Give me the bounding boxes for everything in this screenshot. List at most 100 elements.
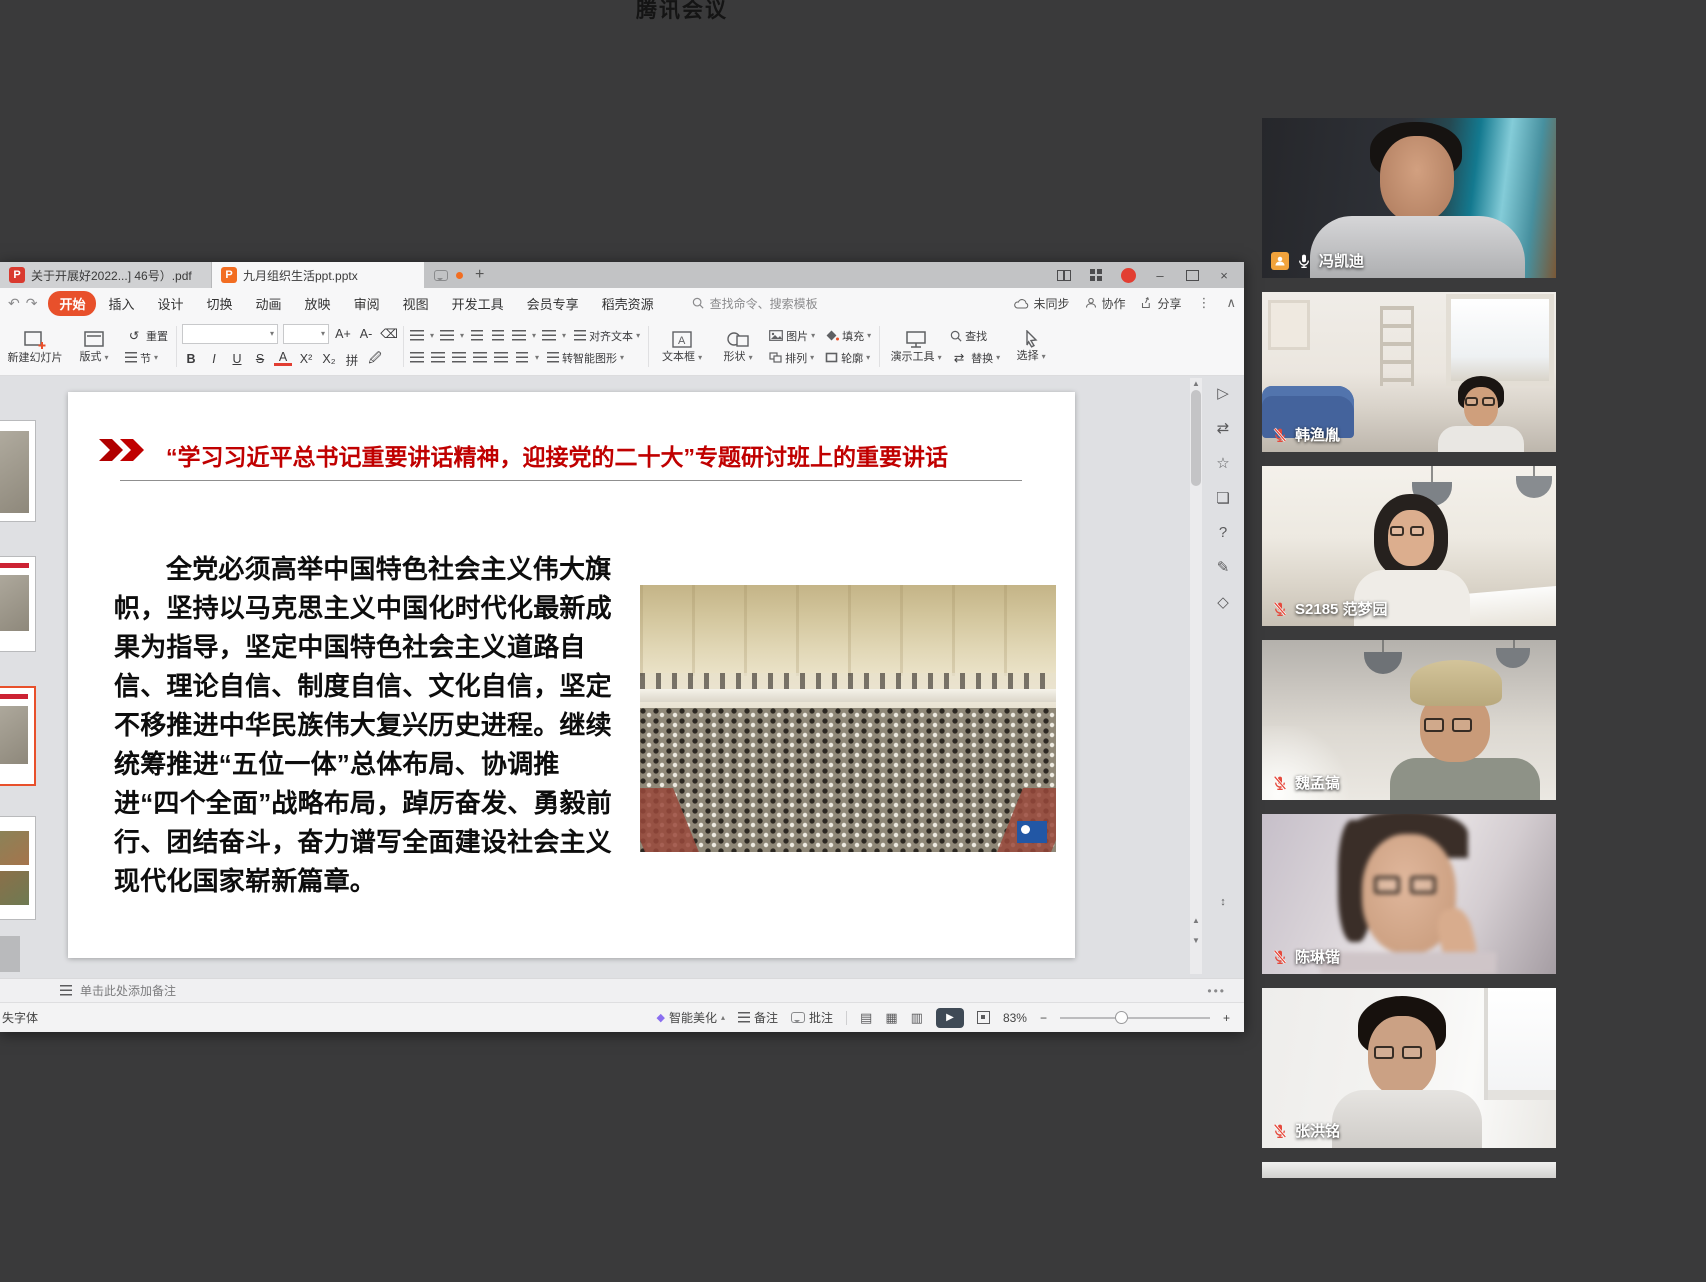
new-slide-button[interactable]: 新建幻灯片 bbox=[4, 321, 66, 372]
minimize-button[interactable]: – bbox=[1146, 264, 1174, 286]
font-size-combo[interactable]: ▾ bbox=[283, 324, 329, 344]
decrease-font-button[interactable]: A- bbox=[357, 327, 375, 341]
scroll-up-icon[interactable]: ▲ bbox=[1190, 379, 1202, 388]
zoom-percent[interactable]: 83% bbox=[1003, 1011, 1027, 1025]
collapse-ribbon-icon[interactable]: ∧ bbox=[1226, 295, 1236, 311]
promo-icon[interactable] bbox=[1114, 264, 1142, 286]
ribbon-tab-design[interactable]: 设计 bbox=[147, 291, 195, 316]
outline-button[interactable]: 轮廓▾ bbox=[822, 350, 873, 366]
ribbon-tab-docer[interactable]: 稻壳资源 bbox=[591, 291, 665, 316]
tab-grid-icon[interactable] bbox=[1082, 264, 1110, 286]
align-right-button[interactable] bbox=[451, 351, 467, 365]
subscript-button[interactable]: X₂ bbox=[320, 352, 338, 366]
comments-toggle-button[interactable]: 批注 bbox=[791, 1009, 833, 1026]
slide-title[interactable]: “学习习近平总书记重要讲话精神，迎接党的二十大”专题研讨班上的重要讲话 bbox=[166, 438, 1056, 472]
new-tab-button[interactable]: + bbox=[471, 266, 488, 284]
strikethrough-button[interactable]: S bbox=[251, 352, 269, 366]
doc-tab-pptx[interactable]: P 九月组织生活ppt.pptx bbox=[212, 262, 424, 288]
ribbon-tab-view[interactable]: 视图 bbox=[392, 291, 440, 316]
reading-view-icon[interactable]: ▥ bbox=[911, 1010, 923, 1026]
numbering-button[interactable] bbox=[439, 329, 455, 343]
zoom-in-button[interactable]: + bbox=[1223, 1011, 1230, 1025]
notes-bar[interactable]: 单击此处添加备注 ••• bbox=[0, 978, 1244, 1002]
ribbon-tab-insert[interactable]: 插入 bbox=[97, 291, 145, 316]
textbox-button[interactable]: A 文本框 ▾ bbox=[654, 321, 710, 372]
missing-font-warning[interactable]: 失字体 bbox=[2, 1009, 38, 1026]
italic-button[interactable]: I bbox=[205, 352, 223, 366]
replace-button[interactable]: ⇄替换▾ bbox=[947, 350, 1003, 366]
undo-icon[interactable]: ↶ bbox=[8, 295, 20, 312]
ribbon-tab-home[interactable]: 开始 bbox=[48, 291, 96, 316]
shape-tool-icon[interactable]: ◇ bbox=[1212, 593, 1234, 611]
slideshow-play-button[interactable]: ▶ bbox=[936, 1008, 964, 1028]
favorite-icon[interactable]: ☆ bbox=[1212, 454, 1234, 472]
smart-beautify-button[interactable]: ◆ 智能美化▴ bbox=[657, 1009, 726, 1026]
sync-status[interactable]: 未同步 bbox=[1014, 295, 1069, 312]
ribbon-tab-developer[interactable]: 开发工具 bbox=[441, 291, 515, 316]
zoom-out-button[interactable]: − bbox=[1040, 1011, 1047, 1025]
copy-tool-icon[interactable]: ❏ bbox=[1212, 489, 1234, 507]
split-screen-icon[interactable] bbox=[1050, 264, 1078, 286]
slide-thumbnail-1[interactable] bbox=[0, 420, 36, 522]
fit-window-icon[interactable] bbox=[977, 1011, 990, 1024]
arrange-button[interactable]: 排列▾ bbox=[766, 350, 817, 366]
notes-more-icon[interactable]: ••• bbox=[1207, 984, 1226, 998]
pinyin-button[interactable]: 拼 bbox=[343, 350, 361, 369]
slide-thumbnail-4[interactable] bbox=[0, 816, 36, 920]
slide-sorter-view-icon[interactable]: ▦ bbox=[885, 1010, 897, 1026]
pen-tool-icon[interactable]: ✎ bbox=[1212, 558, 1234, 576]
slide-canvas[interactable]: “学习习近平总书记重要讲话精神，迎接党的二十大”专题研讨班上的重要讲话 全党必须… bbox=[68, 392, 1075, 958]
to-smartart-button[interactable]: 转智能图形▾ bbox=[544, 350, 627, 366]
ribbon-tab-slideshow[interactable]: 放映 bbox=[294, 291, 342, 316]
ribbon-tab-animation[interactable]: 动画 bbox=[245, 291, 293, 316]
slide-thumbnail-partial[interactable] bbox=[0, 936, 20, 972]
share-button[interactable]: 分享 bbox=[1141, 295, 1181, 312]
ribbon-tab-transition[interactable]: 切换 bbox=[196, 291, 244, 316]
maximize-button[interactable] bbox=[1178, 264, 1206, 286]
participant-tile-zhanghongming[interactable]: 张洪铭 bbox=[1262, 988, 1556, 1148]
participant-tile-fanmengyuan[interactable]: S2185 范梦园 bbox=[1262, 466, 1556, 626]
next-slide-icon[interactable]: ▼ bbox=[1190, 936, 1202, 945]
zoom-slider[interactable] bbox=[1060, 1017, 1210, 1019]
line-spacing-button[interactable] bbox=[541, 329, 557, 343]
page-up-icon[interactable]: ↕ bbox=[1212, 896, 1234, 908]
layout-button[interactable]: 版式 ▾ bbox=[66, 321, 122, 372]
align-left-button[interactable] bbox=[409, 351, 425, 365]
reset-button[interactable]: ↺重置 bbox=[122, 328, 171, 344]
redo-icon[interactable]: ↷ bbox=[26, 295, 38, 312]
normal-view-icon[interactable]: ▤ bbox=[860, 1010, 872, 1026]
superscript-button[interactable]: X² bbox=[297, 352, 315, 366]
previous-slide-icon[interactable]: ▲ bbox=[1190, 916, 1202, 925]
decrease-indent-button[interactable] bbox=[469, 329, 485, 343]
scrollbar-thumb[interactable] bbox=[1191, 390, 1201, 486]
font-name-combo[interactable]: ▾ bbox=[182, 324, 278, 344]
slide-photo-conference-hall[interactable] bbox=[640, 585, 1056, 852]
zoom-slider-thumb[interactable] bbox=[1115, 1011, 1128, 1024]
participant-tile-chenlinkai[interactable]: 陈琳锴 bbox=[1262, 814, 1556, 974]
more-menu-icon[interactable]: ⋮ bbox=[1197, 295, 1210, 311]
fill-button[interactable]: 填充▾ bbox=[823, 328, 874, 344]
bold-button[interactable]: B bbox=[182, 352, 200, 366]
comment-bubble-icon[interactable] bbox=[434, 270, 448, 281]
ribbon-tab-member[interactable]: 会员专享 bbox=[516, 291, 590, 316]
justify-button[interactable] bbox=[472, 351, 488, 365]
increase-indent-button[interactable] bbox=[490, 329, 506, 343]
help-icon[interactable]: ? bbox=[1212, 524, 1234, 541]
command-search[interactable]: 查找命令、搜索模板 bbox=[692, 295, 818, 312]
collaborate-button[interactable]: 协作 bbox=[1085, 295, 1125, 312]
slide-thumbnail-3-selected[interactable] bbox=[0, 686, 36, 786]
font-color-button[interactable]: A bbox=[274, 352, 292, 366]
increase-font-button[interactable]: A+ bbox=[334, 327, 352, 341]
shapes-button[interactable]: 形状 ▾ bbox=[710, 321, 766, 372]
align-center-button[interactable] bbox=[430, 351, 446, 365]
bullets-button[interactable] bbox=[409, 329, 425, 343]
underline-button[interactable]: U bbox=[228, 352, 246, 366]
sync-tool-icon[interactable]: ⇄ bbox=[1212, 419, 1234, 437]
notes-toggle-button[interactable]: 备注 bbox=[738, 1009, 778, 1026]
present-tools-button[interactable]: 演示工具 ▾ bbox=[885, 321, 947, 372]
participant-tile-fengkaidi[interactable]: 冯凯迪 bbox=[1262, 118, 1556, 278]
align-text-button[interactable]: 对齐文本▾ bbox=[571, 328, 643, 344]
distribute-button[interactable] bbox=[493, 351, 509, 365]
doc-tab-pdf[interactable]: P 关于开展好2022...] 46号）.pdf bbox=[0, 262, 212, 288]
highlight-button[interactable]: 🖉 bbox=[366, 349, 384, 370]
